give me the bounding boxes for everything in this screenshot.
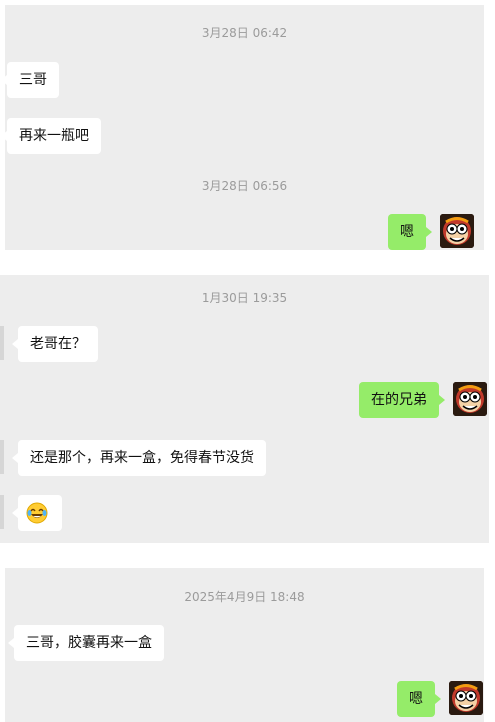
monkey-avatar-icon (453, 382, 487, 416)
received-message[interactable]: 老哥在？ (12, 326, 98, 362)
timestamp: 3月28日 06:56 (201, 179, 288, 193)
avatar[interactable] (453, 382, 487, 416)
received-message[interactable]: 还是那个，再来一盒，免得春节没货 (12, 440, 266, 476)
avatar-edge (0, 326, 4, 360)
monkey-avatar-icon (449, 681, 483, 715)
received-message[interactable]: 三哥，胶囊再来一盒 (8, 625, 164, 661)
chat-panel-2: 1月30日 19:35 老哥在？ 在的兄弟 还是那个，再来一盒，免得春节没货 (0, 275, 489, 543)
monkey-avatar-icon (440, 214, 474, 248)
laughing-tears-emoji-icon (26, 502, 48, 524)
avatar-edge (0, 440, 4, 474)
avatar[interactable] (449, 681, 483, 715)
timestamp: 3月28日 06:42 (201, 26, 288, 40)
avatar-edge (0, 495, 4, 529)
timestamp: 1月30日 19:35 (201, 291, 288, 305)
sent-message[interactable]: 嗯 (388, 214, 432, 250)
received-message[interactable]: 三哥 (5, 62, 59, 98)
received-emoji-message[interactable] (12, 495, 62, 531)
timestamp: 2025年4月9日 18:48 (184, 590, 305, 604)
chat-panel-1: 3月28日 06:42 三哥 再来一瓶吧 3月28日 06:56 嗯 (5, 5, 484, 250)
received-message[interactable]: 再来一瓶吧 (5, 118, 101, 154)
sent-message[interactable]: 在的兄弟 (359, 382, 445, 418)
chat-panel-3: 2025年4月9日 18:48 三哥，胶囊再来一盒 嗯 (5, 568, 484, 722)
sent-message[interactable]: 嗯 (397, 681, 441, 717)
avatar[interactable] (440, 214, 474, 248)
